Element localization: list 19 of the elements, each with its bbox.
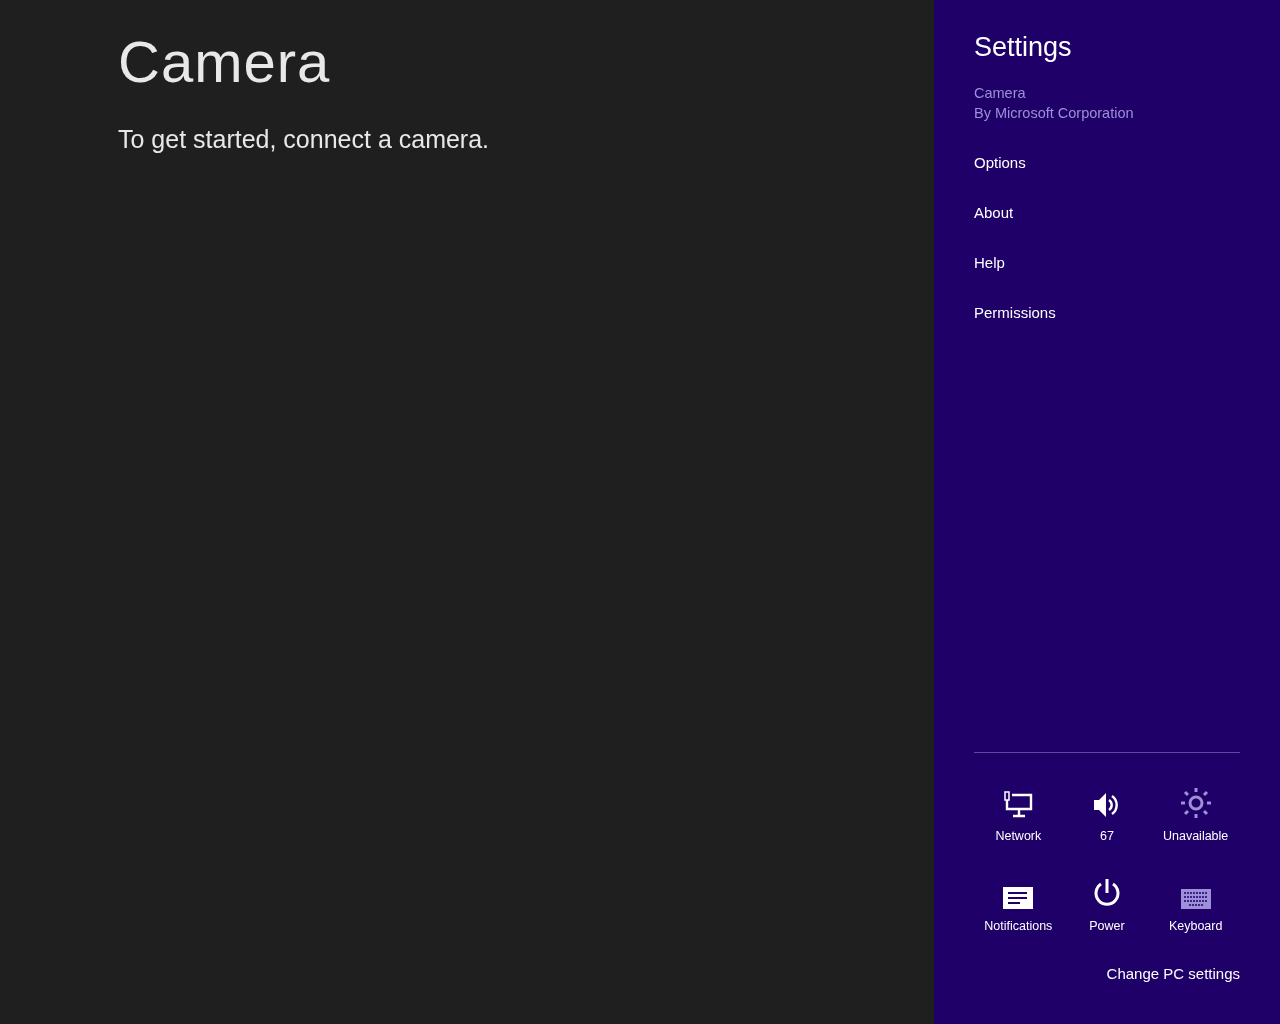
change-pc-settings-link[interactable]: Change PC settings — [1106, 965, 1240, 982]
quick-setting-button[interactable]: 67 — [1062, 781, 1152, 843]
quick-setting-button[interactable]: Network — [974, 781, 1063, 843]
settings-link[interactable]: About — [974, 203, 1014, 223]
pane-title: Settings — [974, 32, 1073, 63]
monitor-icon — [1003, 791, 1034, 819]
settings-link[interactable]: Permissions — [974, 303, 1056, 323]
app-title: Camera — [118, 28, 332, 95]
quick-setting-button[interactable]: Notifications — [974, 871, 1063, 933]
publisher-text: By Microsoft Corporation — [974, 104, 1135, 123]
settings-link[interactable]: Help — [974, 253, 1005, 273]
settings-link[interactable]: Options — [974, 153, 1026, 173]
app-name: Camera — [974, 84, 1027, 103]
status-message: To get started, connect a camera. — [118, 125, 491, 154]
keyboard-icon — [1180, 889, 1211, 909]
power-icon — [1092, 877, 1122, 909]
sun-icon — [1179, 787, 1212, 819]
message-icon — [1003, 887, 1034, 909]
quick-setting-button[interactable]: Power — [1062, 871, 1152, 933]
